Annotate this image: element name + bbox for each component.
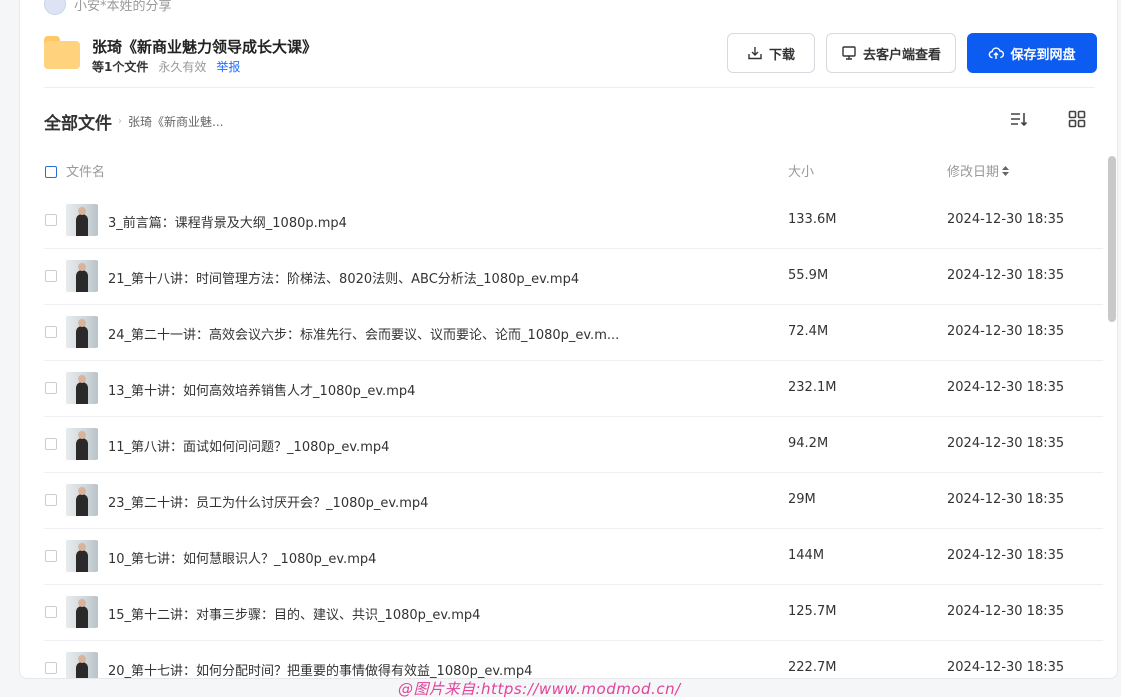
open-client-label: 去客户端查看 [862, 47, 941, 63]
table-row[interactable]: 20_第十七讲：如何分配时间？把重要的事情做得有效益_1080p_ev.mp4 … [44, 641, 1103, 678]
breadcrumb-root[interactable]: 全部文件 [44, 109, 112, 134]
file-count: 等1个文件 [92, 60, 149, 74]
file-size: 144M [788, 548, 825, 563]
file-name[interactable]: 13_第十讲：如何高效培养销售人才_1080p_ev.mp4 [108, 380, 415, 399]
file-date: 2024-12-30 18:35 [947, 212, 1065, 227]
save-label: 保存到网盘 [1010, 47, 1076, 63]
video-thumbnail [66, 652, 98, 678]
watermark: @图片来自:https://www.modmod.cn/ [398, 680, 681, 697]
file-date: 2024-12-30 18:35 [947, 492, 1065, 507]
download-label: 下载 [768, 47, 795, 63]
table-row[interactable]: 21_第十八讲：时间管理方法：阶梯法、8020法则、ABC分析法_1080p_e… [44, 249, 1103, 305]
save-to-drive-button[interactable]: 保存到网盘 [967, 33, 1097, 73]
video-thumbnail [66, 372, 98, 404]
breadcrumb-current[interactable]: 张琦《新商业魅... [128, 113, 223, 130]
cloud-upload-icon [989, 47, 1005, 59]
file-date: 2024-12-30 18:35 [947, 436, 1065, 451]
scrollbar[interactable] [1108, 156, 1116, 322]
file-name[interactable]: 23_第二十讲：员工为什么讨厌开会？_1080p_ev.mp4 [108, 492, 428, 511]
row-checkbox[interactable] [45, 662, 57, 674]
file-size: 222.7M [788, 660, 837, 675]
video-thumbnail [66, 204, 98, 236]
view-controls [1009, 109, 1087, 129]
share-panel: 小安*本姓的分享 张琦《新商业魅力领导成长大课》 等1个文件 永久有效 举报 下… [19, 0, 1118, 679]
header-date-label: 修改日期 [947, 165, 1000, 180]
video-thumbnail [66, 428, 98, 460]
table-row[interactable]: 3_前言篇：课程背景及大纲_1080p.mp4 133.6M 2024-12-3… [44, 193, 1103, 249]
table-row[interactable]: 15_第十二讲：对事三步骤：目的、建议、共识_1080p_ev.mp4 125.… [44, 585, 1103, 641]
breadcrumb-separator-icon: › [118, 116, 122, 127]
grid-view-icon[interactable] [1067, 109, 1087, 129]
header-size[interactable]: 大小 [788, 161, 814, 180]
table-row[interactable]: 24_第二十一讲：高效会议六步：标准先行、会而要议、议而要论、论而_1080p_… [44, 305, 1103, 361]
file-size: 72.4M [788, 324, 829, 339]
file-date: 2024-12-30 18:35 [947, 324, 1065, 339]
row-checkbox[interactable] [45, 494, 57, 506]
row-checkbox[interactable] [45, 382, 57, 394]
file-name[interactable]: 11_第八讲：面试如何问问题？_1080p_ev.mp4 [108, 436, 389, 455]
row-checkbox[interactable] [45, 438, 57, 450]
video-thumbnail [66, 316, 98, 348]
table-header: 文件名 大小 修改日期 [44, 161, 1103, 183]
table-row[interactable]: 11_第八讲：面试如何问问题？_1080p_ev.mp4 94.2M 2024-… [44, 417, 1103, 473]
video-thumbnail [66, 540, 98, 572]
folder-icon [44, 36, 80, 69]
row-checkbox[interactable] [45, 550, 57, 562]
header-name[interactable]: 文件名 [66, 161, 105, 180]
sharer-text: 小安*本姓的分享 [74, 0, 172, 14]
file-name[interactable]: 21_第十八讲：时间管理方法：阶梯法、8020法则、ABC分析法_1080p_e… [108, 268, 579, 287]
video-thumbnail [66, 484, 98, 516]
breadcrumb: 全部文件 › 张琦《新商业魅... [44, 109, 223, 134]
file-date: 2024-12-30 18:35 [947, 268, 1065, 283]
header-date[interactable]: 修改日期 [947, 161, 1010, 180]
file-date: 2024-12-30 18:35 [947, 380, 1065, 395]
share-meta: 等1个文件 永久有效 举报 [92, 58, 240, 75]
row-checkbox[interactable] [45, 606, 57, 618]
video-thumbnail [66, 260, 98, 292]
select-all-checkbox[interactable] [45, 166, 57, 178]
file-size: 232.1M [788, 380, 837, 395]
avatar[interactable] [44, 0, 66, 15]
download-button[interactable]: 下载 [727, 33, 815, 73]
file-date: 2024-12-30 18:35 [947, 604, 1065, 619]
file-size: 94.2M [788, 436, 829, 451]
file-name[interactable]: 3_前言篇：课程背景及大纲_1080p.mp4 [108, 212, 347, 231]
file-name[interactable]: 10_第七讲：如何慧眼识人？_1080p_ev.mp4 [108, 548, 376, 567]
file-size: 133.6M [788, 212, 837, 227]
file-date: 2024-12-30 18:35 [947, 548, 1065, 563]
validity-text: 永久有效 [158, 60, 207, 74]
file-name[interactable]: 15_第十二讲：对事三步骤：目的、建议、共识_1080p_ev.mp4 [108, 604, 480, 623]
file-size: 125.7M [788, 604, 837, 619]
sort-list-icon[interactable] [1009, 109, 1029, 129]
share-title: 张琦《新商业魅力领导成长大课》 [92, 38, 318, 56]
open-client-button[interactable]: 去客户端查看 [826, 33, 956, 73]
share-header: 张琦《新商业魅力领导成长大课》 等1个文件 永久有效 举报 下载 去客户端查看 … [44, 33, 1097, 89]
row-checkbox[interactable] [45, 214, 57, 226]
sharer-info: 小安*本姓的分享 [44, 0, 172, 15]
row-checkbox[interactable] [45, 326, 57, 338]
file-size: 29M [788, 492, 816, 507]
report-link[interactable]: 举报 [216, 58, 240, 75]
sort-icon [1002, 165, 1010, 176]
row-checkbox[interactable] [45, 270, 57, 282]
monitor-icon [842, 46, 856, 60]
file-name[interactable]: 20_第十七讲：如何分配时间？把重要的事情做得有效益_1080p_ev.mp4 [108, 660, 532, 678]
header-divider [44, 87, 1095, 88]
table-row[interactable]: 13_第十讲：如何高效培养销售人才_1080p_ev.mp4 232.1M 20… [44, 361, 1103, 417]
download-icon [748, 47, 762, 60]
file-size: 55.9M [788, 268, 829, 283]
table-row[interactable]: 23_第二十讲：员工为什么讨厌开会？_1080p_ev.mp4 29M 2024… [44, 473, 1103, 529]
video-thumbnail [66, 596, 98, 628]
file-name[interactable]: 24_第二十一讲：高效会议六步：标准先行、会而要议、议而要论、论而_1080p_… [108, 324, 619, 343]
file-list: 3_前言篇：课程背景及大纲_1080p.mp4 133.6M 2024-12-3… [44, 193, 1103, 678]
file-date: 2024-12-30 18:35 [947, 660, 1065, 675]
table-row[interactable]: 10_第七讲：如何慧眼识人？_1080p_ev.mp4 144M 2024-12… [44, 529, 1103, 585]
